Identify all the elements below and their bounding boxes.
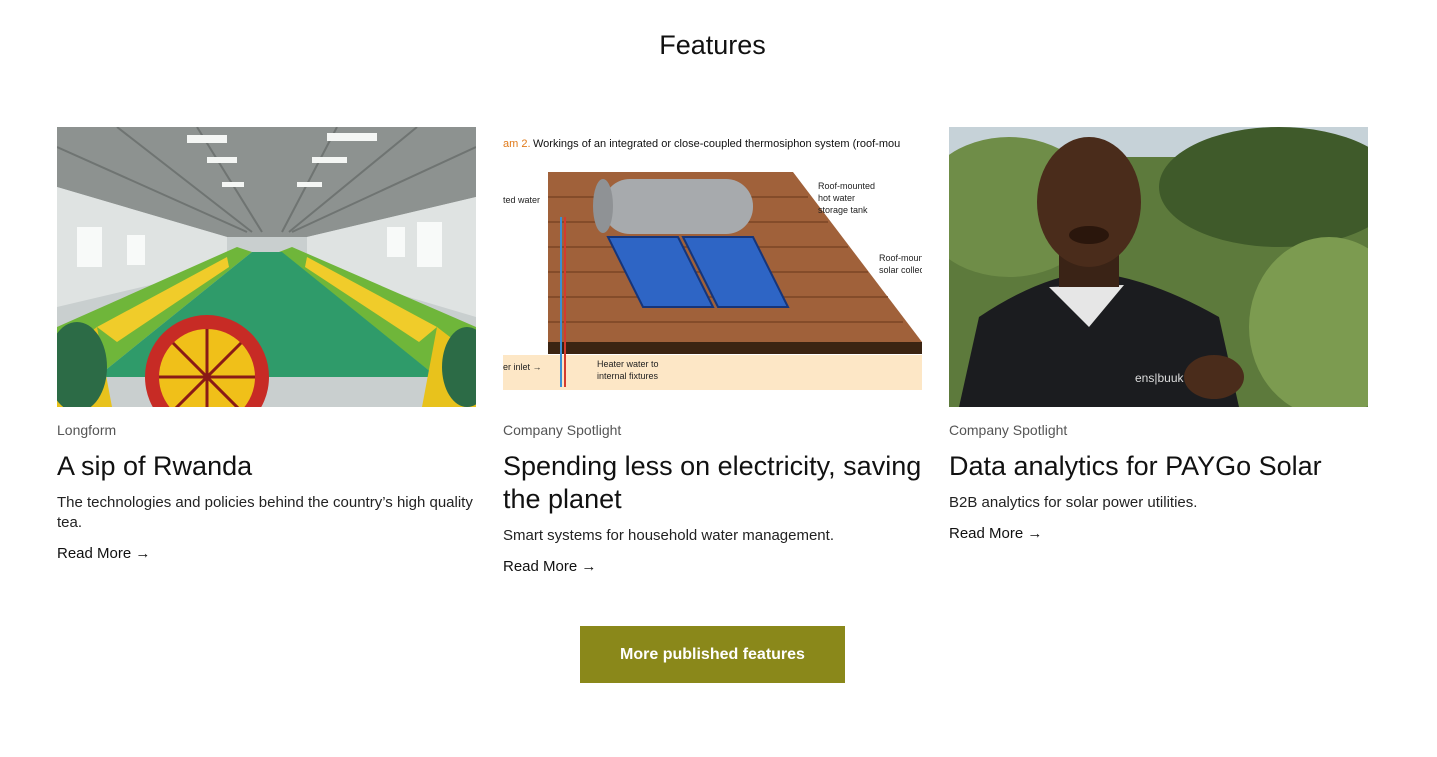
label-inlet: er inlet →: [503, 362, 542, 372]
thermosiphon-diagram-image[interactable]: am 2. Workings of an integrated or close…: [503, 127, 922, 407]
card-description: The technologies and policies behind the…: [57, 494, 473, 531]
card-category: Company Spotlight: [949, 422, 1068, 438]
feature-card-paygo: ens|buuk Company Spotlight Data analytic…: [949, 127, 1368, 543]
card-title[interactable]: A sip of Rwanda: [57, 450, 476, 483]
diagram-caption-prefix: am 2.: [503, 138, 531, 150]
feature-card-rwanda: Longform A sip of Rwanda The technologie…: [57, 127, 476, 563]
card-title[interactable]: Spending less on electricity, saving the…: [503, 450, 922, 516]
read-more-link[interactable]: Read More →: [57, 545, 150, 562]
features-section: Features Longform A sip of Rwanda The te…: [0, 0, 1437, 757]
label-tank-1: Roof-mounted: [818, 181, 875, 191]
label-heater-2: internal fixtures: [597, 371, 659, 381]
shirt-logo-text: ens|buuk: [1135, 371, 1184, 385]
label-heater-1: Heater water to: [597, 359, 659, 369]
feature-card-electricity: am 2. Workings of an integrated or close…: [503, 127, 922, 576]
read-more-link[interactable]: Read More →: [503, 558, 596, 575]
speaker-portrait-image[interactable]: ens|buuk: [949, 127, 1368, 407]
tea-factory-image[interactable]: [57, 127, 476, 407]
card-description: B2B analytics for solar power utilities.: [949, 494, 1198, 511]
label-collector-1: Roof-moun: [879, 253, 922, 263]
label-tank-3: storage tank: [818, 205, 868, 215]
label-tank-2: hot water: [818, 193, 855, 203]
more-published-features-button[interactable]: More published features: [580, 626, 845, 683]
card-description: Smart systems for household water manage…: [503, 527, 834, 544]
read-more-link[interactable]: Read More →: [949, 525, 1042, 542]
diagram-caption: Workings of an integrated or close-coupl…: [533, 138, 900, 150]
label-collector-2: solar collec: [879, 265, 922, 275]
card-category: Longform: [57, 422, 117, 438]
card-title[interactable]: Data analytics for PAYGo Solar: [949, 450, 1368, 483]
card-category: Company Spotlight: [503, 422, 622, 438]
label-water: ted water: [503, 195, 540, 205]
section-title: Features: [659, 30, 766, 60]
